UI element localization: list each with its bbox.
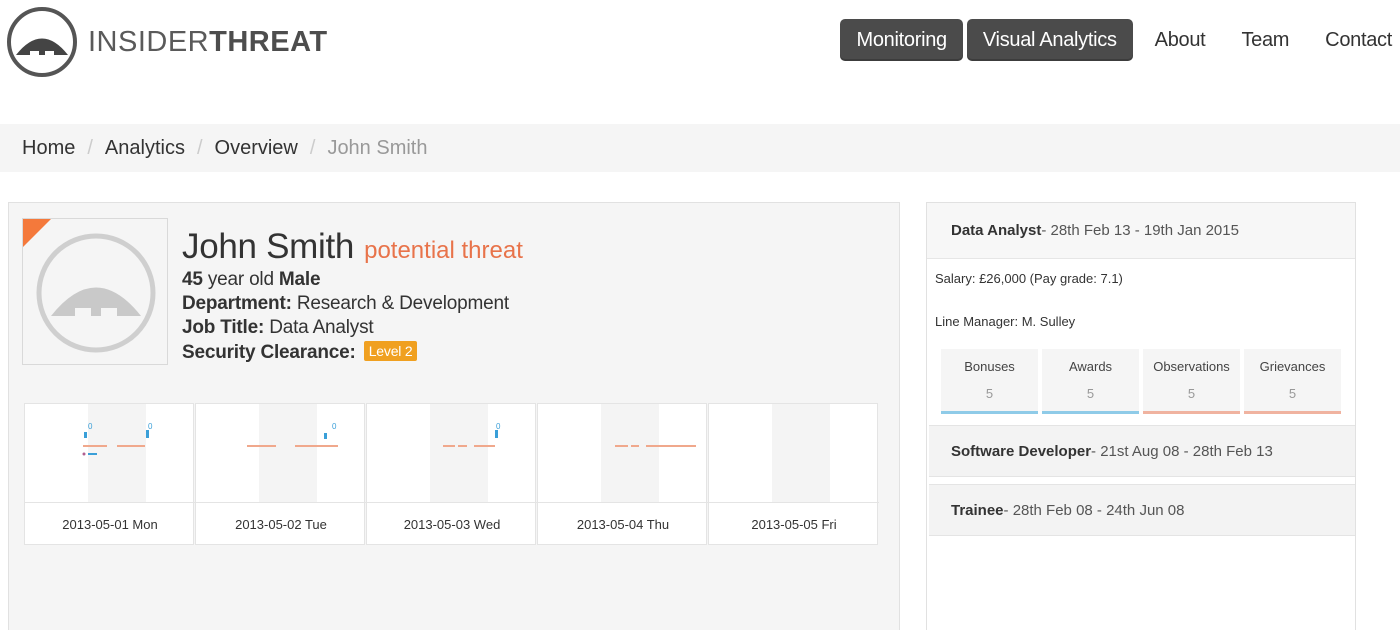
svg-text:0: 0: [148, 422, 153, 431]
day-cell[interactable]: 0 2013-05-03 Wed: [366, 403, 537, 545]
day-label: 2013-05-02 Tue: [196, 502, 366, 545]
job-title: Job Title: Data Analyst: [182, 317, 374, 338]
stat-bonuses[interactable]: Bonuses 5: [941, 349, 1038, 414]
department: Department: Research & Development: [182, 293, 509, 314]
job-entry-data-analyst[interactable]: Data Analyst - 28th Feb 13 - 19th Jan 20…: [927, 203, 1355, 259]
day-activity-plot: 0: [247, 404, 338, 502]
svg-text:0: 0: [88, 422, 93, 431]
nav-visual-analytics-button[interactable]: Visual Analytics: [966, 19, 1133, 61]
nav-contact-link[interactable]: Contact: [1307, 19, 1392, 61]
job-entry-software-developer[interactable]: Software Developer - 21st Aug 08 - 28th …: [929, 425, 1355, 477]
day-cell[interactable]: 2013-05-04 Thu: [537, 403, 708, 545]
activity-timeline: 0 0 2013-05-01 Mon 0 2013-05-02 Tue 0 20…: [24, 403, 879, 545]
house-avatar-icon: [36, 233, 156, 353]
nav-monitoring-button[interactable]: Monitoring: [840, 19, 963, 61]
person-name: John Smith: [182, 227, 355, 266]
day-cell[interactable]: 0 0 2013-05-01 Mon: [24, 403, 195, 545]
line-manager: Line Manager: M. Sulley: [935, 314, 1076, 329]
breadcrumb: Home / Analytics / Overview / John Smith: [0, 124, 1400, 172]
nav-team-link[interactable]: Team: [1223, 19, 1307, 61]
day-label: 2013-05-03 Wed: [367, 502, 537, 545]
breadcrumb-overview[interactable]: Overview: [215, 137, 298, 160]
day-activity-plot: 0: [430, 404, 501, 502]
avatar: [22, 218, 168, 365]
main-nav: Monitoring Visual Analytics About Team C…: [840, 19, 1392, 61]
day-cell[interactable]: 0 2013-05-02 Tue: [195, 403, 366, 545]
day-activity-plot: 0 0: [82, 404, 153, 502]
profile-details: John Smith potential threat 45 year old …: [182, 227, 523, 364]
job-entry-trainee[interactable]: Trainee - 28th Feb 08 - 24th Jun 08: [929, 484, 1355, 536]
threat-status: potential threat: [364, 237, 523, 264]
security-clearance: Security Clearance: Level 2: [182, 341, 523, 364]
stat-grievances[interactable]: Grievances 5: [1244, 349, 1341, 414]
employment-history-panel: Data Analyst - 28th Feb 13 - 19th Jan 20…: [926, 202, 1356, 630]
day-label: 2013-05-04 Thu: [538, 502, 708, 545]
svg-text:0: 0: [496, 422, 501, 431]
stat-observations[interactable]: Observations 5: [1143, 349, 1240, 414]
breadcrumb-separator: /: [309, 136, 316, 159]
day-cell[interactable]: 2013-05-05 Fri: [708, 403, 879, 545]
breadcrumb-current: John Smith: [327, 136, 428, 159]
day-label: 2013-05-05 Fri: [709, 502, 879, 545]
breadcrumb-separator: /: [87, 136, 93, 159]
day-activity-plot: [772, 404, 830, 502]
brand-logo[interactable]: INSIDERTHREAT: [6, 6, 328, 78]
clearance-badge: Level 2: [363, 341, 418, 361]
breadcrumb-separator: /: [196, 136, 203, 159]
day-activity-plot: [601, 404, 696, 502]
breadcrumb-analytics[interactable]: Analytics: [105, 137, 185, 160]
job-details: Salary: £26,000 (Pay grade: 7.1) Line Ma…: [927, 271, 1355, 414]
house-logo-icon: [7, 7, 77, 77]
profile-panel: John Smith potential threat 45 year old …: [8, 202, 900, 630]
svg-text:0: 0: [332, 422, 337, 431]
nav-about-link[interactable]: About: [1137, 19, 1224, 61]
day-label: 2013-05-01 Mon: [25, 502, 195, 545]
job-stats: Bonuses 5 Awards 5 Observations 5 Grieva…: [941, 349, 1347, 414]
stat-awards[interactable]: Awards 5: [1042, 349, 1139, 414]
salary: Salary: £26,000 (Pay grade: 7.1): [935, 271, 1123, 286]
brand-name: INSIDERTHREAT: [88, 25, 328, 58]
breadcrumb-home[interactable]: Home: [22, 137, 75, 160]
age-gender: 45 year old Male: [182, 269, 321, 290]
